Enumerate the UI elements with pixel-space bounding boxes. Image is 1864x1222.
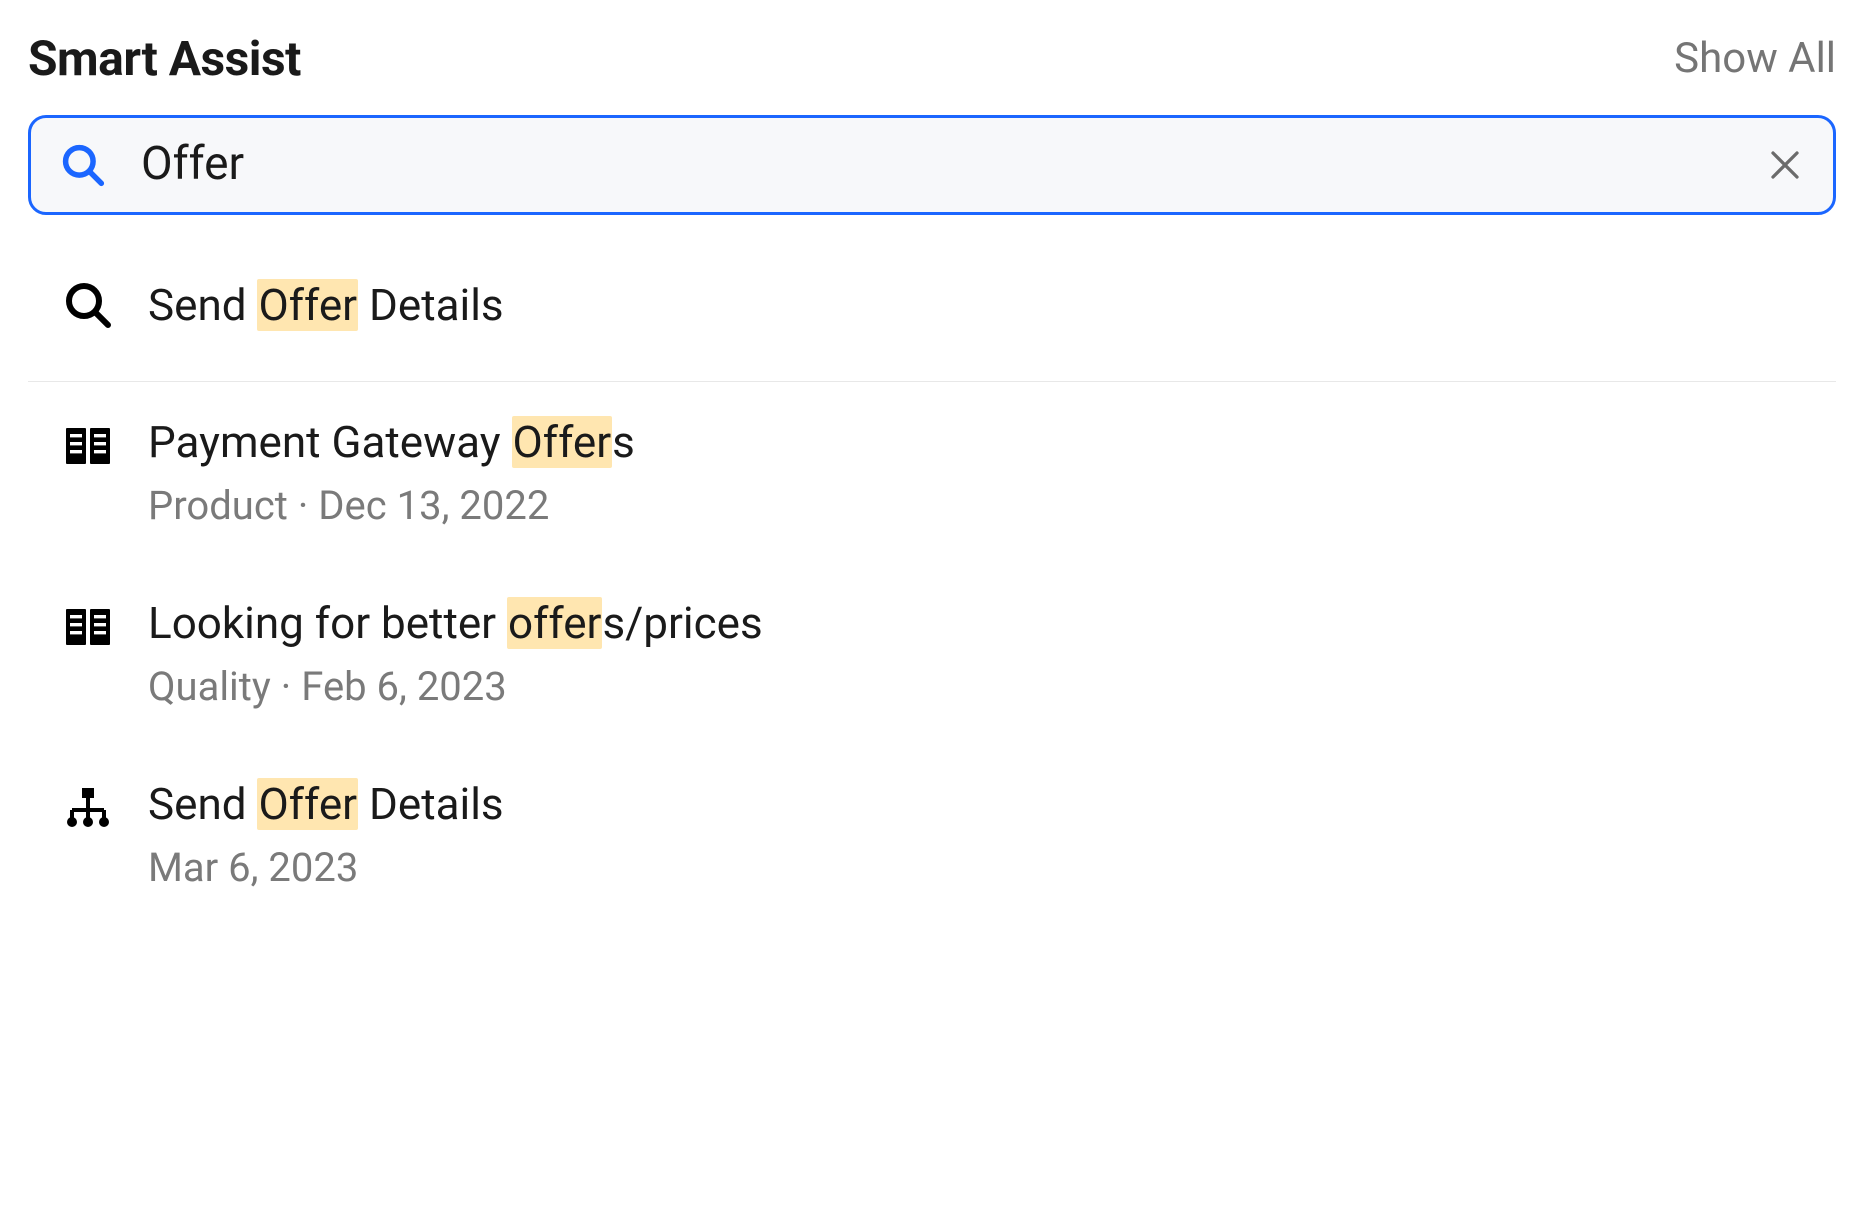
page-title: Smart Assist	[28, 30, 301, 87]
hierarchy-icon	[64, 784, 112, 832]
result-content: Payment Gateway Offers Product·Dec 13, 2…	[148, 416, 635, 529]
search-suggestion[interactable]: Send Offer Details	[28, 229, 1836, 382]
search-result-item[interactable]: Looking for better offers/prices Quality…	[28, 563, 1836, 744]
result-title: Looking for better offers/prices	[148, 597, 763, 649]
result-meta: Mar 6, 2023	[148, 844, 504, 891]
search-result-item[interactable]: Send Offer Details Mar 6, 2023	[28, 744, 1836, 925]
result-content: Looking for better offers/prices Quality…	[148, 597, 763, 710]
book-icon	[64, 422, 112, 470]
suggestion-text: Send Offer Details	[148, 279, 504, 331]
header: Smart Assist Show All	[28, 30, 1836, 87]
search-icon	[64, 281, 112, 329]
result-content: Send Offer Details Mar 6, 2023	[148, 778, 504, 891]
search-icon	[61, 143, 105, 187]
search-result-item[interactable]: Payment Gateway Offers Product·Dec 13, 2…	[28, 382, 1836, 563]
result-meta: Quality·Feb 6, 2023	[148, 663, 763, 710]
result-title: Send Offer Details	[148, 778, 504, 830]
result-title: Payment Gateway Offers	[148, 416, 635, 468]
result-meta: Product·Dec 13, 2022	[148, 482, 635, 529]
clear-icon[interactable]	[1767, 147, 1803, 183]
search-dropdown: Send Offer Details Payment Gateway Offer…	[28, 229, 1836, 925]
search-input[interactable]	[141, 137, 1767, 194]
search-box[interactable]	[28, 115, 1836, 215]
show-all-link[interactable]: Show All	[1674, 34, 1836, 83]
book-icon	[64, 603, 112, 651]
